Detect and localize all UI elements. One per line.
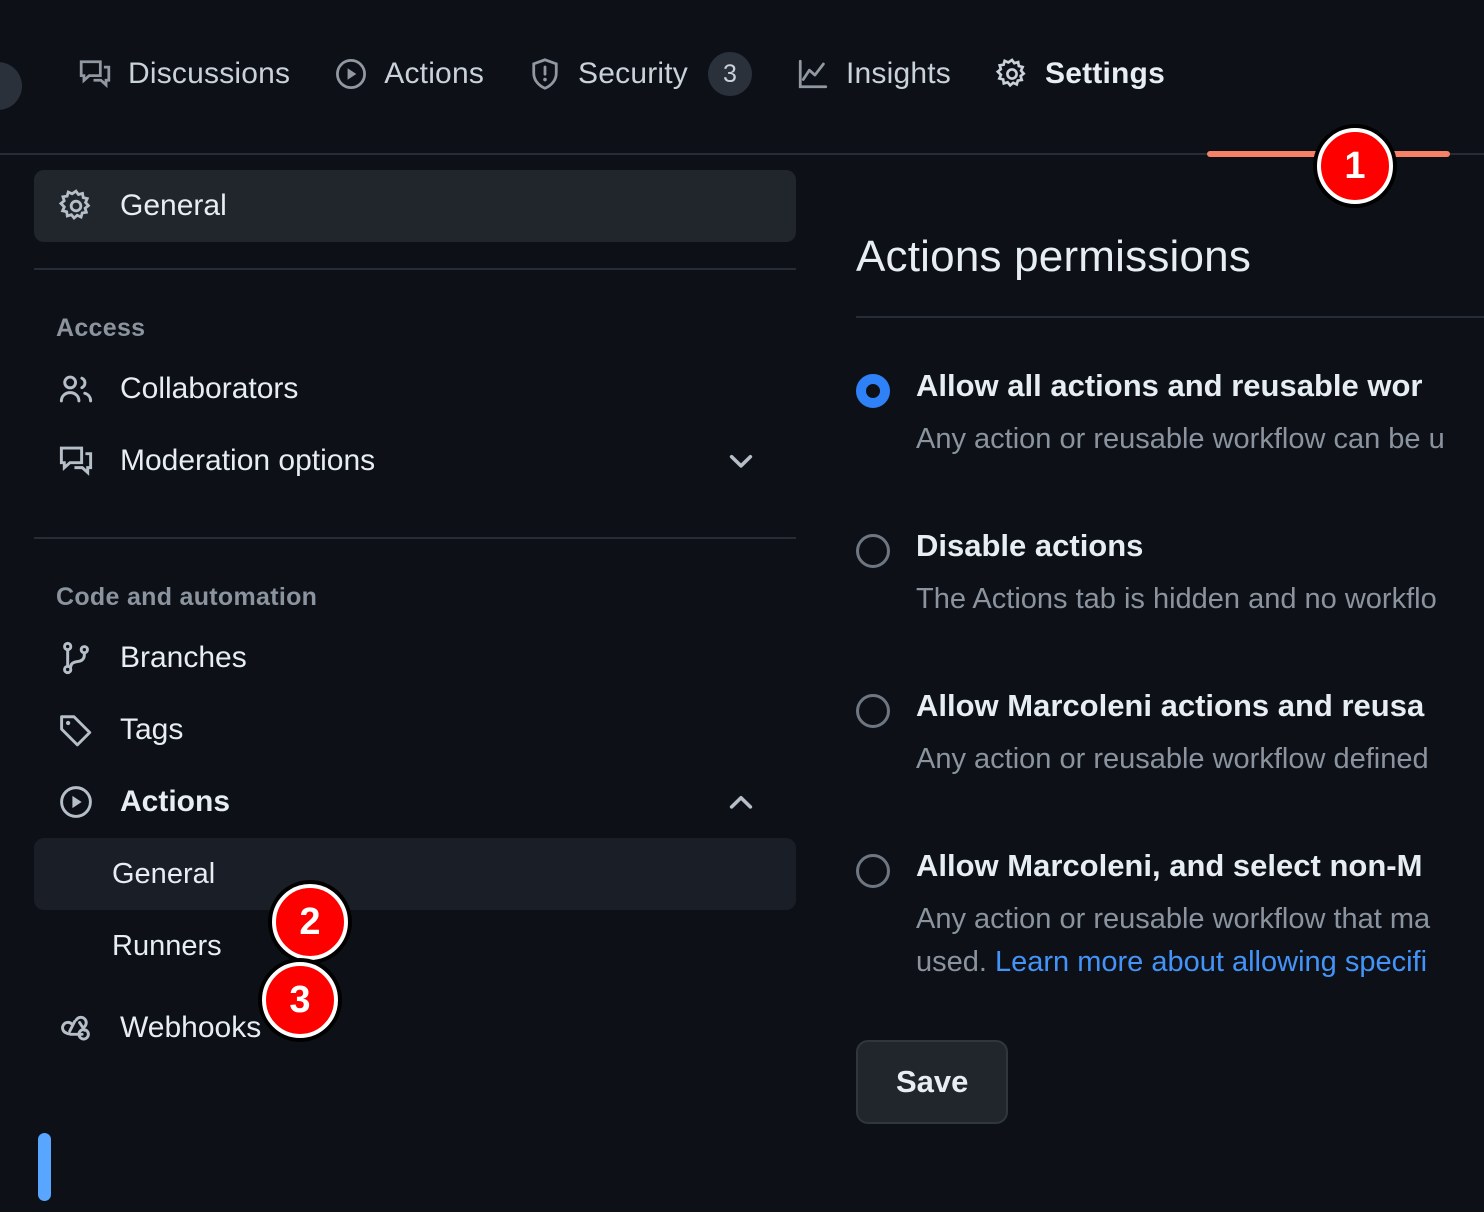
radio-button-selected[interactable]: [856, 374, 890, 408]
nav-tab-discussions[interactable]: Discussions: [56, 0, 312, 148]
security-alert-count: 3: [708, 52, 752, 96]
nav-tab-label: Security: [578, 57, 688, 91]
nav-tab-label: Actions: [384, 57, 484, 91]
actions-permissions-radio-group: Allow all actions and reusable wor Any a…: [856, 364, 1484, 984]
graph-icon: [796, 57, 830, 91]
radio-option-allow-all[interactable]: Allow all actions and reusable wor Any a…: [856, 364, 1484, 460]
tag-icon: [56, 710, 96, 750]
sidebar-item-label: Actions: [120, 785, 230, 819]
sidebar-section-access: Access: [0, 314, 830, 343]
main-content: Actions permissions Allow all actions an…: [856, 170, 1484, 1212]
sidebar-item-webhooks[interactable]: Webhooks: [34, 992, 796, 1064]
learn-more-link[interactable]: Learn more about allowing specifi: [995, 946, 1427, 978]
radio-option-description: The Actions tab is hidden and no workflo: [916, 579, 1484, 620]
radio-option-disable-actions[interactable]: Disable actions The Actions tab is hidde…: [856, 524, 1484, 620]
radio-button[interactable]: [856, 854, 890, 888]
sidebar-active-indicator: [38, 1133, 51, 1201]
sidebar-item-actions-general[interactable]: General: [34, 838, 796, 910]
sidebar-item-general[interactable]: General: [34, 170, 796, 242]
radio-option-label: Allow Marcoleni actions and reusa: [916, 684, 1484, 729]
title-divider: [856, 316, 1484, 318]
sidebar-item-label: Branches: [120, 641, 247, 675]
chevron-up-icon[interactable]: [724, 785, 758, 819]
sidebar-item-label: General: [120, 189, 227, 223]
nav-tab-insights[interactable]: Insights: [774, 0, 973, 148]
radio-option-description: Any action or reusable workflow can be u: [916, 419, 1484, 460]
sidebar-item-actions-runners[interactable]: Runners: [34, 910, 796, 982]
play-circle-icon: [56, 782, 96, 822]
sidebar-item-actions[interactable]: Actions: [34, 766, 796, 838]
step-badge-2: 2: [272, 884, 348, 960]
sidebar-item-label: Tags: [120, 713, 183, 747]
comment-discussion-icon: [78, 57, 112, 91]
sidebar-divider: [34, 537, 796, 539]
gear-icon: [56, 186, 96, 226]
sidebar-subitem-label: General: [112, 858, 215, 891]
webhook-icon: [56, 1008, 96, 1048]
radio-button[interactable]: [856, 534, 890, 568]
radio-button[interactable]: [856, 694, 890, 728]
radio-option-allow-marcoleni[interactable]: Allow Marcoleni actions and reusa Any ac…: [856, 684, 1484, 780]
nav-tab-actions[interactable]: Actions: [312, 0, 506, 148]
sidebar-item-moderation-options[interactable]: Moderation options: [34, 425, 796, 497]
radio-option-label: Allow all actions and reusable wor: [916, 364, 1484, 409]
step-badge-3: 3: [262, 962, 338, 1038]
radio-option-description: Any action or reusable workflow defined: [916, 739, 1484, 780]
settings-sidebar: General Access Collaborators Moderation …: [0, 170, 830, 1212]
people-icon: [56, 369, 96, 409]
step-badge-1: 1: [1317, 128, 1393, 204]
sidebar-subitem-label: Runners: [112, 930, 222, 963]
sidebar-item-tags[interactable]: Tags: [34, 694, 796, 766]
chevron-down-icon[interactable]: [724, 444, 758, 478]
git-branch-icon: [56, 638, 96, 678]
radio-option-description-line1: Any action or reusable workflow that ma: [916, 899, 1484, 940]
radio-option-label: Disable actions: [916, 524, 1484, 569]
description-used-text: used.: [916, 946, 995, 978]
nav-tab-settings[interactable]: Settings: [973, 0, 1187, 148]
sidebar-item-label: Moderation options: [120, 444, 375, 478]
nav-tab-label: Settings: [1045, 57, 1165, 91]
radio-option-allow-marcoleni-and-select[interactable]: Allow Marcoleni, and select non-M Any ac…: [856, 844, 1484, 983]
page-title: Actions permissions: [856, 232, 1484, 282]
sidebar-divider: [34, 268, 796, 270]
gear-icon: [995, 57, 1029, 91]
radio-option-label: Allow Marcoleni, and select non-M: [916, 844, 1484, 889]
radio-option-description-line2: used. Learn more about allowing specifi: [916, 942, 1484, 983]
sidebar-section-code-and-automation: Code and automation: [0, 583, 830, 612]
sidebar-item-branches[interactable]: Branches: [34, 622, 796, 694]
sidebar-item-label: Webhooks: [120, 1011, 261, 1045]
nav-tab-security[interactable]: Security 3: [506, 0, 774, 148]
shield-alert-icon: [528, 57, 562, 91]
nav-tab-label: Insights: [846, 57, 951, 91]
comment-discussion-icon: [56, 441, 96, 481]
sidebar-item-collaborators[interactable]: Collaborators: [34, 353, 796, 425]
play-circle-icon: [334, 57, 368, 91]
repository-nav-bar: Discussions Actions Security 3: [0, 0, 1484, 148]
sidebar-item-label: Collaborators: [120, 372, 298, 406]
save-button[interactable]: Save: [856, 1040, 1008, 1124]
nav-tab-label: Discussions: [128, 57, 290, 91]
